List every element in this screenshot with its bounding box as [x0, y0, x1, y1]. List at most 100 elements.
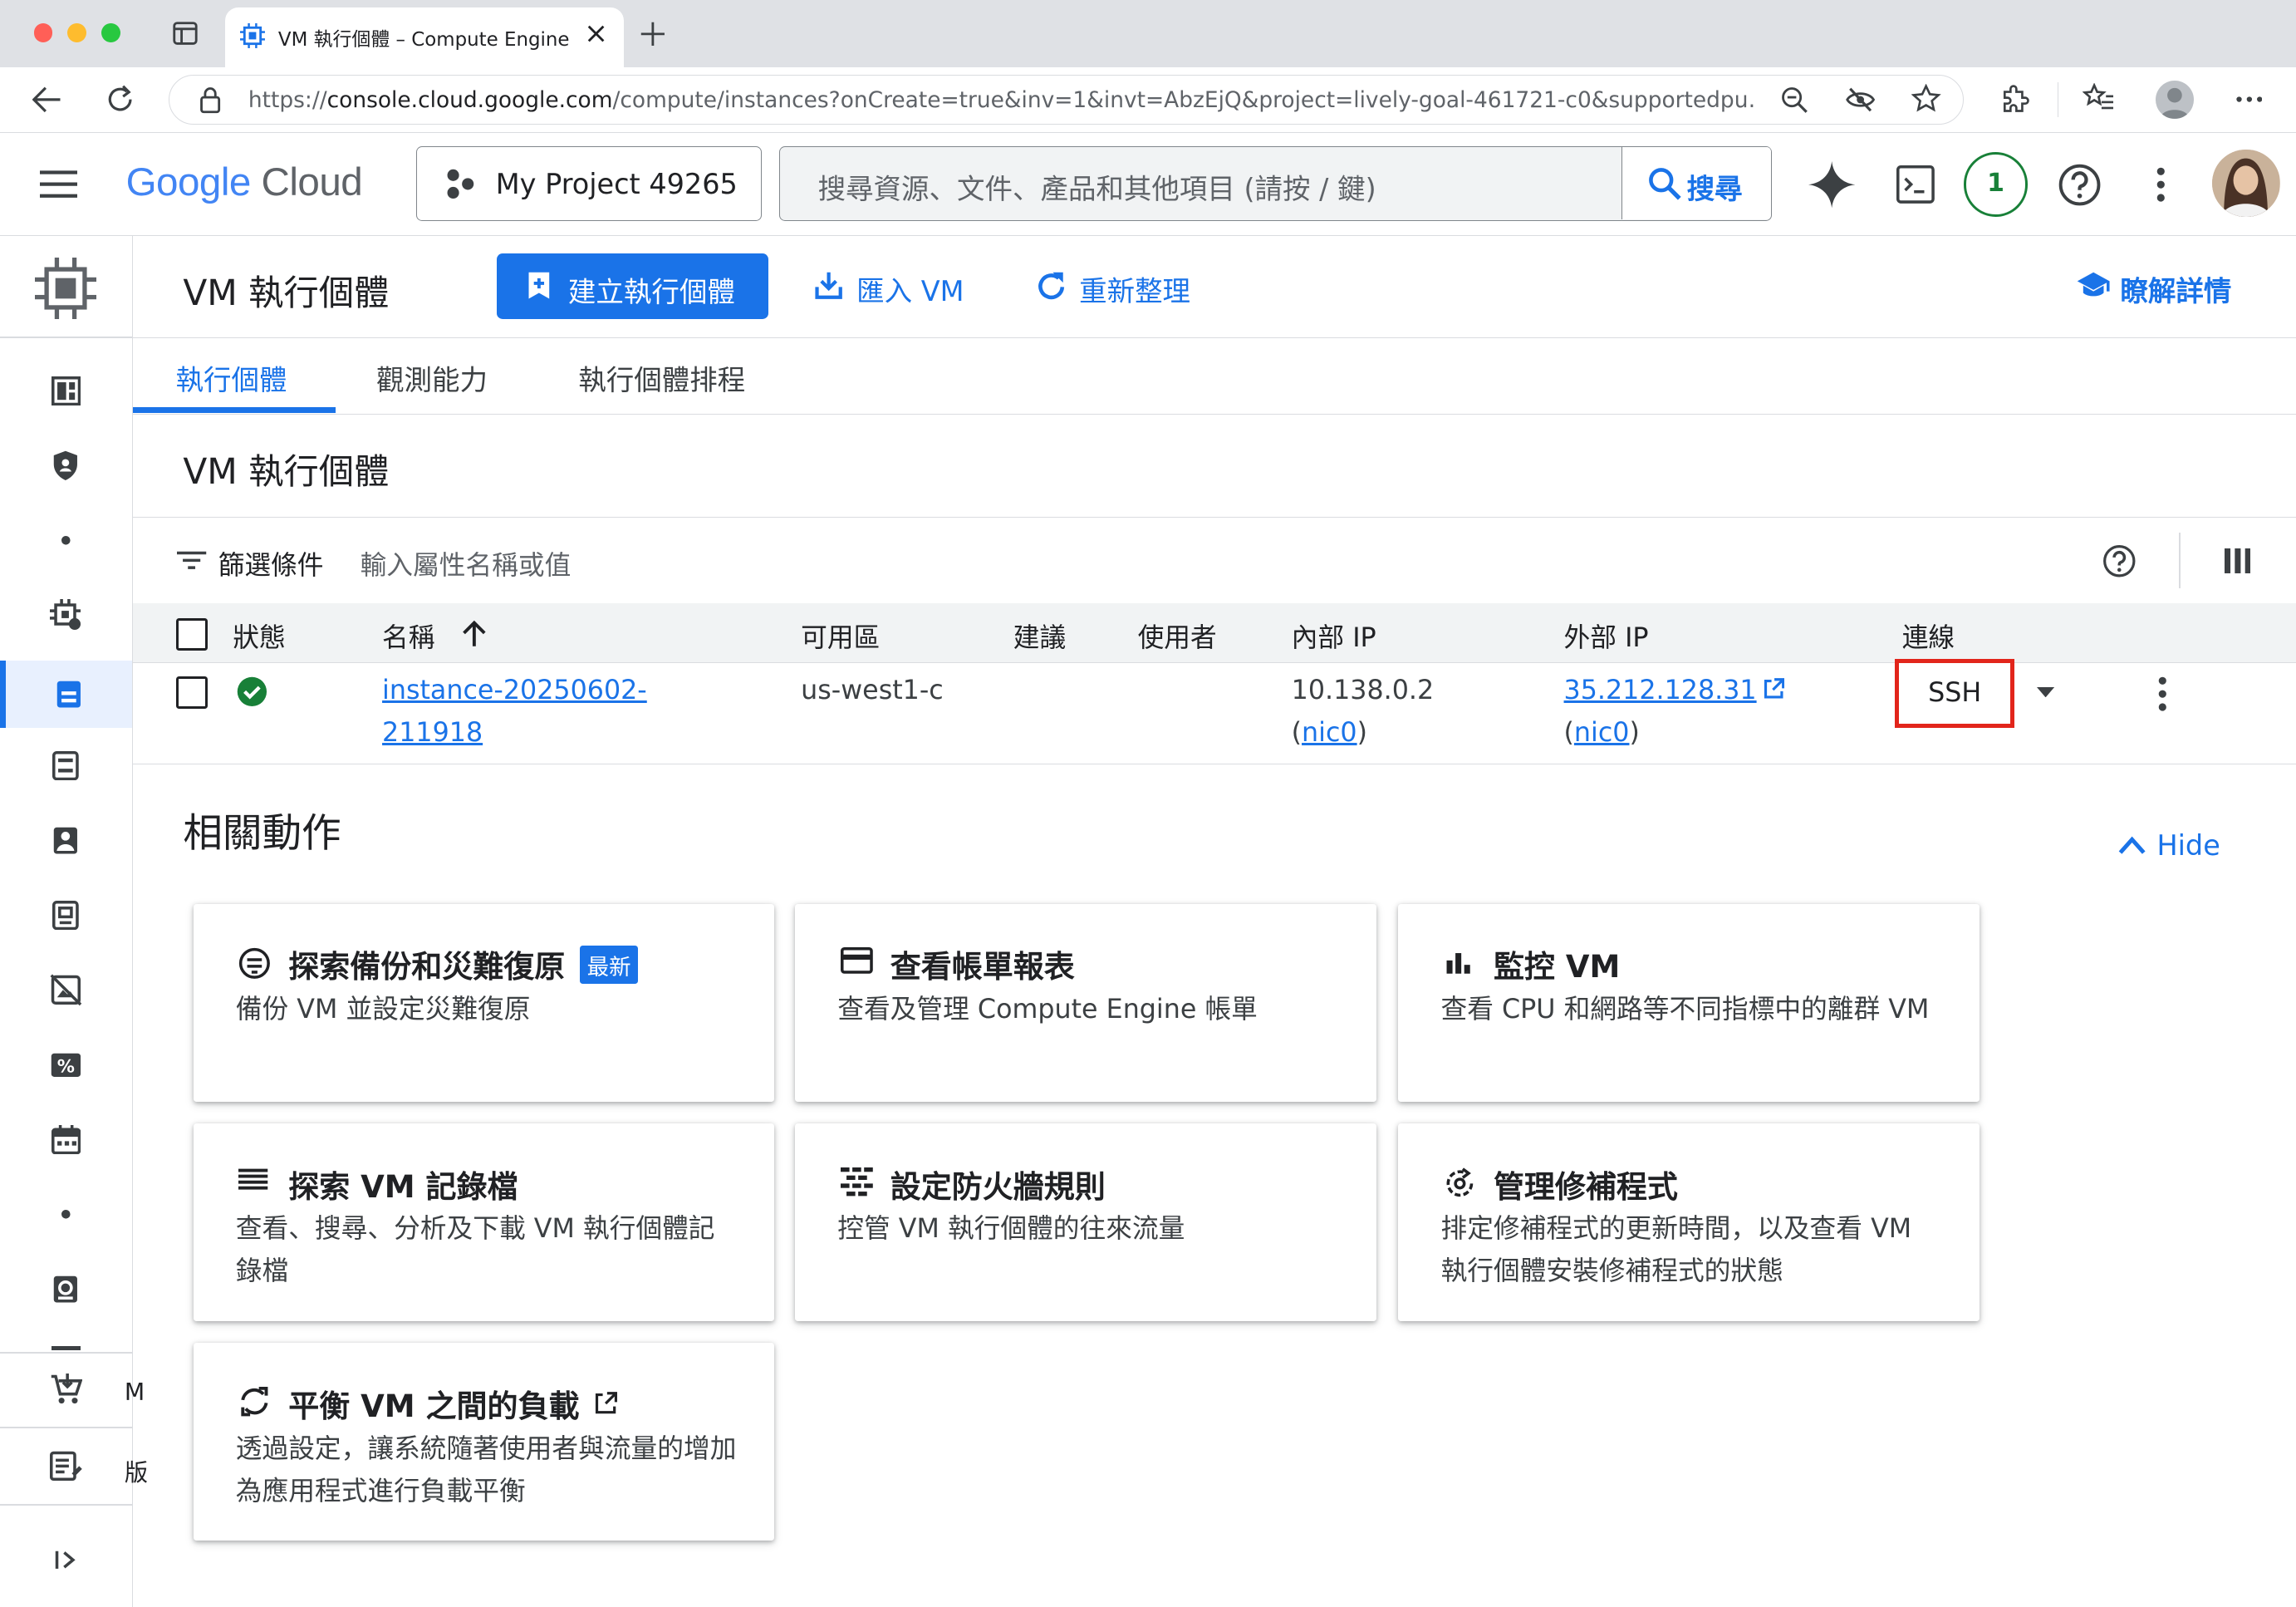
nav-overview-item[interactable] [0, 361, 132, 420]
browser-profile-avatar[interactable] [2155, 80, 2194, 119]
tab-instance-schedules[interactable]: 執行個體排程 [578, 357, 745, 398]
nav-release-notes-item[interactable] [0, 1437, 132, 1496]
browser-menu-icon[interactable] [2235, 96, 2263, 103]
disk-icon [54, 1275, 78, 1303]
zoom-icon[interactable] [1780, 86, 1808, 114]
column-display-icon[interactable] [2224, 548, 2251, 574]
instance-name-link[interactable]: instance-20250602- 211918 [382, 670, 647, 754]
tab-overview-icon[interactable] [173, 22, 198, 46]
close-tab-icon[interactable] [587, 25, 605, 42]
rail-divider [0, 1351, 132, 1354]
search-button[interactable]: 搜尋 [1621, 147, 1771, 219]
external-link-icon[interactable] [1763, 678, 1784, 700]
reload-icon[interactable] [105, 85, 135, 114]
card-title: 設定防火牆規則 [890, 1168, 1106, 1205]
card-vm-logs[interactable]: 探索 VM 記錄檔 查看、搜尋、分析及下載 VM 執行個體記錄檔 [193, 1123, 775, 1321]
learn-more-button[interactable]: 瞭解詳情 [2120, 268, 2231, 309]
import-icon[interactable] [814, 271, 843, 300]
dot-icon [61, 1209, 71, 1219]
create-instance-button[interactable]: 建立執行個體 [496, 253, 769, 320]
select-all-checkbox[interactable] [175, 617, 209, 651]
expand-nav-button[interactable] [0, 1531, 132, 1590]
marketplace-cart-icon [51, 1374, 82, 1404]
internal-ip: 10.138.0.2 (nic0) [1291, 675, 1435, 748]
browser-tab[interactable]: VM 執行個體 – Compute Engine [225, 7, 624, 68]
tab-observability[interactable]: 觀測能力 [376, 357, 488, 398]
ssh-button[interactable]: SSH [1894, 659, 2015, 729]
extensions-icon[interactable] [2000, 83, 2029, 114]
hide-related-button[interactable]: Hide [2156, 829, 2220, 862]
external-ip-link[interactable]: 35.212.128.31 [1564, 676, 1757, 705]
expand-rail-icon [55, 1550, 76, 1569]
tab-instances[interactable]: 執行個體 [176, 357, 287, 398]
shield-icon [54, 450, 78, 481]
account-avatar[interactable] [2212, 149, 2280, 217]
new-badge: 最新 [579, 946, 639, 985]
card-manage-patches[interactable]: 管理修補程式 排定修補程式的更新時間，以及查看 VM 執行個體安裝修補程式的狀態 [1398, 1123, 1980, 1321]
ssh-options-dropdown-icon[interactable] [2036, 686, 2055, 698]
help-icon[interactable] [2058, 164, 2101, 206]
search-input[interactable]: 搜尋資源、文件、產品和其他項目 (請按 / 鍵) [818, 166, 1376, 207]
browser-toolbar: https://console.cloud.google.com/compute… [0, 67, 2296, 134]
card-load-balancing[interactable]: 平衡 VM 之間的負載 透過設定，讓系統隨著使用者與流量的增加為應用程式進行負載… [193, 1343, 775, 1541]
tracking-prevention-icon[interactable] [1846, 87, 1876, 112]
row-actions-icon[interactable] [2158, 676, 2167, 711]
url-text: https://console.cloud.google.com/compute… [248, 86, 1757, 113]
more-options-icon[interactable] [2156, 167, 2166, 202]
sort-ascending-icon[interactable] [461, 620, 488, 647]
notifications-badge[interactable]: 1 [1963, 152, 2029, 217]
favorite-star-icon[interactable] [1911, 84, 1941, 113]
back-icon[interactable] [32, 86, 61, 113]
filter-help-icon[interactable] [2102, 544, 2137, 578]
card-firewall-rules[interactable]: 設定防火牆規則 控管 VM 執行個體的往來流量 [795, 1123, 1376, 1321]
nav-instance-templates-item[interactable] [0, 737, 132, 796]
nav-security-item[interactable] [0, 436, 132, 495]
minimize-window-button[interactable] [67, 23, 86, 43]
column-status: 狀態 [233, 623, 286, 654]
internal-nic-link[interactable]: nic0 [1302, 718, 1357, 748]
svg-text:%: % [57, 1055, 75, 1076]
nav-collapsed-group-dot[interactable] [0, 511, 132, 570]
new-tab-icon[interactable] [640, 21, 666, 47]
school-icon[interactable] [2076, 271, 2111, 300]
nav-collapsed-group-dot-2[interactable] [0, 1185, 132, 1244]
card-description: 備份 VM 並設定災難復原 [235, 994, 531, 1025]
nav-sole-tenant-item[interactable] [0, 812, 132, 871]
row-select-checkbox[interactable] [175, 676, 209, 710]
close-window-button[interactable] [33, 23, 53, 43]
column-zone: 可用區 [801, 623, 881, 654]
favorites-icon[interactable] [2082, 83, 2115, 112]
gemini-sparkle-icon[interactable] [1808, 160, 1856, 209]
google-cloud-logo[interactable]: Google Cloud [126, 160, 363, 205]
chevron-up-icon[interactable] [2117, 835, 2146, 856]
refresh-button[interactable]: 重新整理 [1079, 268, 1190, 309]
import-vm-button[interactable]: 匯入 VM [856, 268, 964, 309]
card-backup-dr[interactable]: 探索備份和災難復原 最新 備份 VM 並設定災難復原 [193, 903, 775, 1102]
active-tab-indicator [133, 407, 336, 414]
card-monitor-vm[interactable]: 監控 VM 查看 CPU 和網路等不同指標中的離群 VM [1398, 903, 1980, 1102]
address-bar[interactable]: https://console.cloud.google.com/compute… [168, 74, 1964, 125]
maximize-window-button[interactable] [101, 23, 120, 43]
external-nic-link[interactable]: nic0 [1574, 718, 1630, 748]
main-menu-icon[interactable] [39, 170, 78, 199]
search-box[interactable]: 搜尋資源、文件、產品和其他項目 (請按 / 鍵) 搜尋 [778, 146, 1772, 222]
nav-disks-item[interactable] [0, 1260, 132, 1319]
filter-input[interactable]: 輸入屬性名稱或值 [361, 544, 572, 582]
browser-tab-bar: VM 執行個體 – Compute Engine [0, 0, 2296, 68]
nav-machine-images-item[interactable] [0, 886, 132, 945]
refresh-icon[interactable] [1037, 271, 1067, 302]
lock-icon[interactable] [199, 86, 222, 114]
compute-engine-icon [35, 258, 97, 320]
project-picker[interactable]: My Project 49265 [415, 146, 762, 222]
column-name[interactable]: 名稱 [382, 617, 434, 655]
page-title: VM 執行個體 [183, 273, 390, 314]
nav-committed-use-item[interactable]: % [0, 1035, 132, 1094]
nav-reservations-item[interactable] [0, 1110, 132, 1169]
nav-tpu-item[interactable] [0, 961, 132, 1020]
nav-marketplace-item[interactable] [0, 1361, 132, 1420]
cloud-shell-icon[interactable] [1896, 165, 1935, 204]
nav-vm-instances-item[interactable] [0, 660, 132, 729]
nav-vm-settings-item[interactable] [0, 586, 132, 645]
card-billing-report[interactable]: 查看帳單報表 查看及管理 Compute Engine 帳單 [795, 903, 1376, 1102]
instance-zone: us-west1-c [801, 675, 944, 705]
